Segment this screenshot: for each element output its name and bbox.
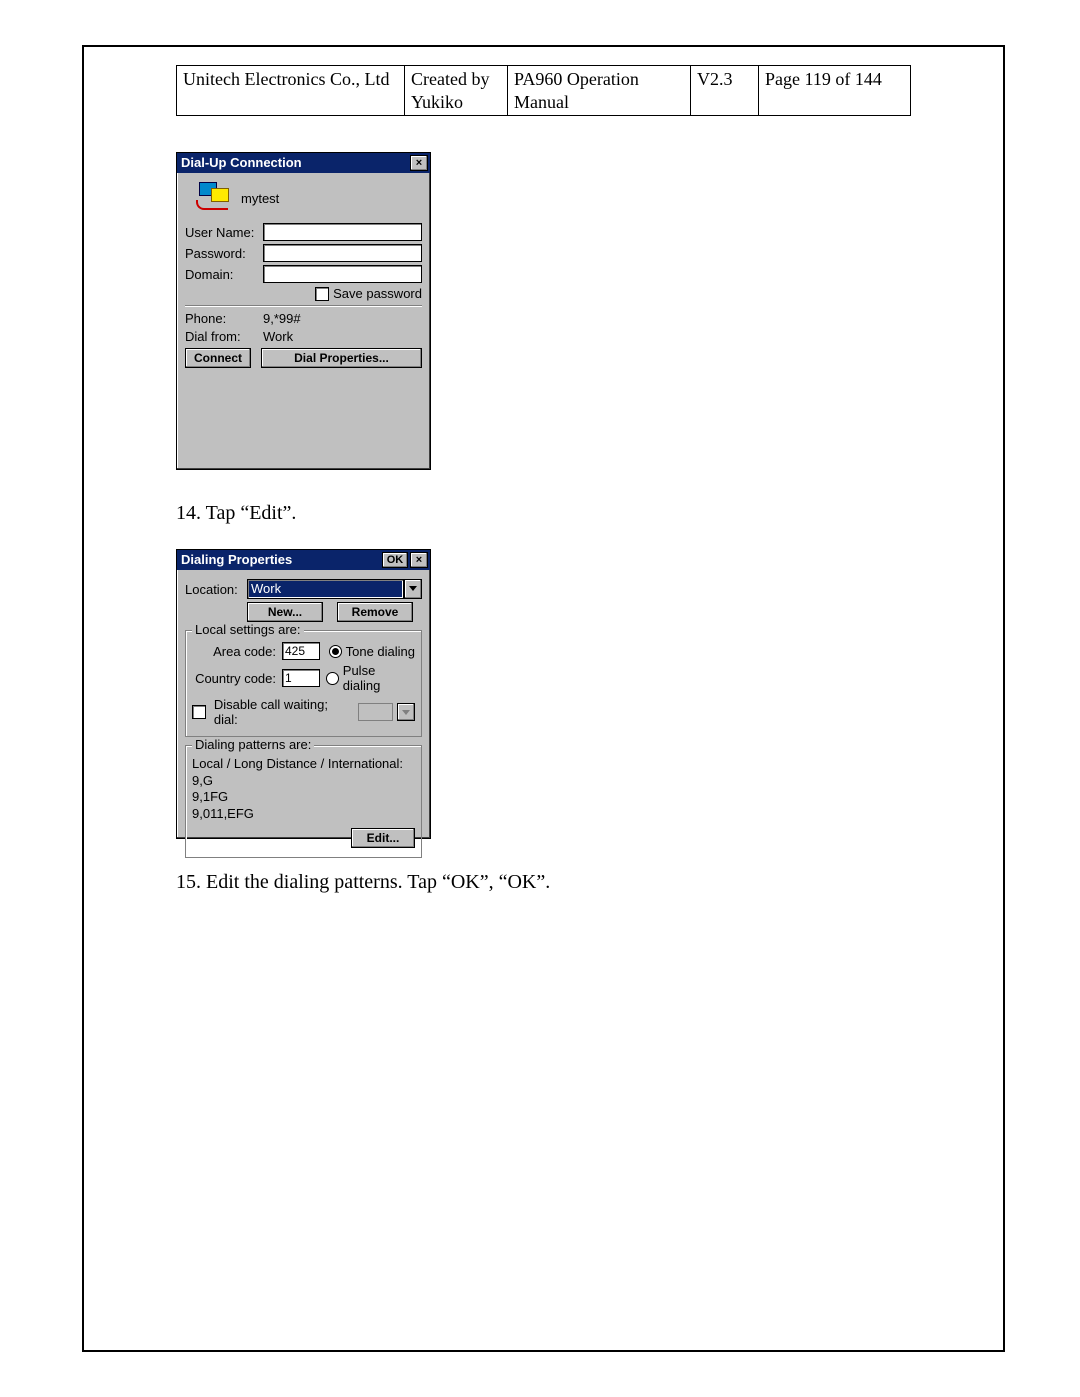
location-label: Location: <box>185 582 247 597</box>
chevron-down-icon <box>397 703 415 721</box>
connection-name: mytest <box>241 191 279 206</box>
header-page: Page 119 of 144 <box>759 66 911 116</box>
password-input[interactable] <box>263 244 422 262</box>
header-document: PA960 Operation Manual <box>508 66 691 116</box>
countrycode-label: Country code: <box>192 671 276 686</box>
divider <box>185 305 422 307</box>
header-version: V2.3 <box>691 66 759 116</box>
dialup-title: Dial-Up Connection <box>181 153 408 173</box>
disable-callwaiting-checkbox[interactable] <box>192 705 206 719</box>
phone-value: 9,*99# <box>263 311 301 326</box>
dialing-patterns-sublabel: Local / Long Distance / International: <box>192 756 415 771</box>
document-header-table: Unitech Electronics Co., Ltd Created by … <box>176 65 911 116</box>
header-createdby: Created by Yukiko <box>405 66 508 116</box>
dialfrom-label: Dial from: <box>185 329 263 344</box>
password-label: Password: <box>185 246 263 261</box>
phone-label: Phone: <box>185 311 263 326</box>
countrycode-input[interactable]: 1 <box>282 669 320 687</box>
pulse-dialing-label: Pulse dialing <box>343 663 415 693</box>
new-location-button[interactable]: New... <box>247 602 323 622</box>
callwaiting-code-input <box>358 703 394 721</box>
connection-icon <box>185 182 241 215</box>
location-dropdown[interactable]: Work <box>247 579 422 599</box>
chevron-down-icon[interactable] <box>404 579 422 599</box>
pattern-local: 9,G <box>192 773 415 789</box>
save-password-label: Save password <box>333 286 422 301</box>
dialing-patterns-group: Dialing patterns are: Local / Long Dista… <box>185 745 422 858</box>
dialfrom-value: Work <box>263 329 293 344</box>
tone-dialing-label: Tone dialing <box>346 644 415 659</box>
local-settings-legend: Local settings are: <box>192 622 304 637</box>
areacode-label: Area code: <box>192 644 276 659</box>
domain-label: Domain: <box>185 267 263 282</box>
save-password-checkbox[interactable] <box>315 287 329 301</box>
dial-properties-button[interactable]: Dial Properties... <box>261 348 422 368</box>
step-15: 15. Edit the dialing patterns. Tap “OK”,… <box>176 871 911 894</box>
ok-button[interactable]: OK <box>382 552 408 568</box>
dialup-titlebar: Dial-Up Connection × <box>177 153 430 173</box>
remove-location-button[interactable]: Remove <box>337 602 413 622</box>
step-14: 14. Tap “Edit”. <box>176 502 911 525</box>
local-settings-group: Local settings are: Area code: 425 Tone … <box>185 630 422 737</box>
pattern-longdist: 9,1FG <box>192 789 415 805</box>
edit-patterns-button[interactable]: Edit... <box>351 828 415 848</box>
dialing-properties-dialog: Dialing Properties OK × Location: Work N… <box>176 549 431 839</box>
dialing-patterns-legend: Dialing patterns are: <box>192 737 314 752</box>
domain-input[interactable] <box>263 265 422 283</box>
username-input[interactable] <box>263 223 422 241</box>
page: Unitech Electronics Co., Ltd Created by … <box>0 0 1080 1397</box>
areacode-input[interactable]: 425 <box>282 642 320 660</box>
dialingprops-titlebar: Dialing Properties OK × <box>177 550 430 570</box>
location-value[interactable]: Work <box>247 579 404 599</box>
tone-dialing-radio[interactable] <box>329 645 342 658</box>
header-company: Unitech Electronics Co., Ltd <box>177 66 405 116</box>
connect-button[interactable]: Connect <box>185 348 251 368</box>
username-label: User Name: <box>185 225 263 240</box>
dialingprops-title: Dialing Properties <box>181 550 380 570</box>
close-icon[interactable]: × <box>410 155 428 171</box>
disable-callwaiting-label: Disable call waiting; dial: <box>214 697 354 727</box>
dialup-connection-dialog: Dial-Up Connection × mytest User Name: <box>176 152 431 470</box>
close-icon[interactable]: × <box>410 552 428 568</box>
pulse-dialing-radio[interactable] <box>326 672 339 685</box>
pattern-intl: 9,011,EFG <box>192 806 415 822</box>
page-frame: Unitech Electronics Co., Ltd Created by … <box>82 45 1005 1352</box>
